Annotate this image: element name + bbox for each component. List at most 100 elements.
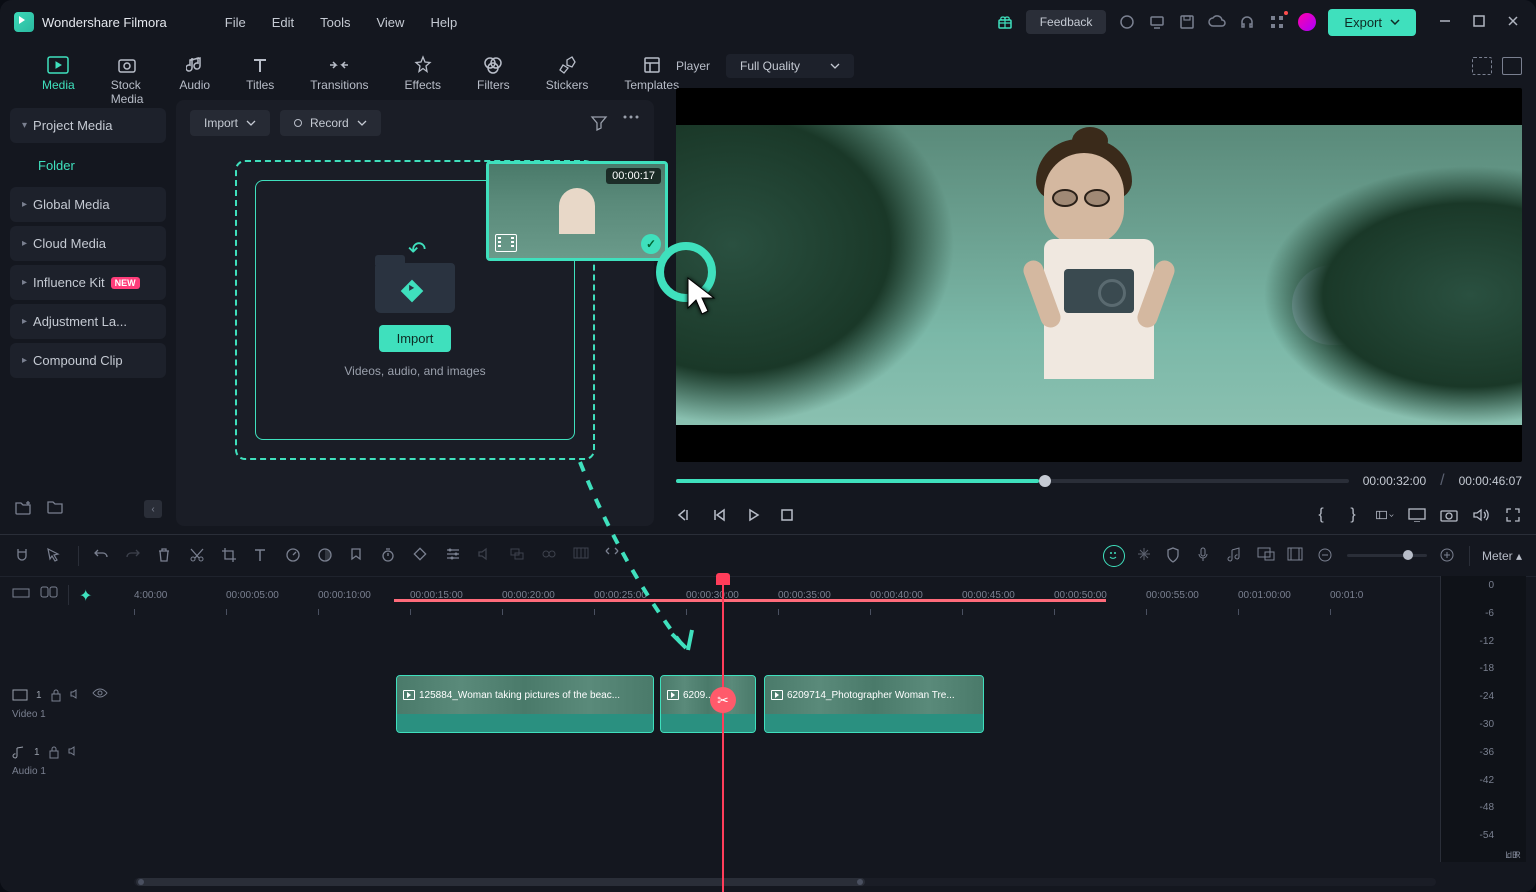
- shield-icon[interactable]: [1167, 547, 1185, 565]
- tab-stock-media[interactable]: Stock Media: [93, 52, 162, 100]
- zoom-out-icon[interactable]: [1317, 547, 1335, 565]
- volume-icon[interactable]: [1472, 506, 1490, 524]
- snapshot-icon[interactable]: [1440, 506, 1458, 524]
- auto-icon[interactable]: ✦: [79, 586, 97, 604]
- meter-label[interactable]: Meter ▴: [1482, 549, 1522, 563]
- mute-icon[interactable]: [70, 688, 84, 702]
- folder-icon[interactable]: [46, 500, 64, 518]
- tab-transitions[interactable]: Transitions: [292, 52, 386, 100]
- quality-dropdown[interactable]: Full Quality: [726, 54, 854, 78]
- bracket-right-icon[interactable]: }: [1344, 506, 1362, 524]
- mute-icon[interactable]: [68, 745, 82, 759]
- headphones-icon[interactable]: [1238, 13, 1256, 31]
- menu-file[interactable]: File: [225, 15, 246, 30]
- menu-tools[interactable]: Tools: [320, 15, 350, 30]
- mic-icon[interactable]: [1197, 547, 1215, 565]
- track-toggle-a-icon[interactable]: [12, 586, 30, 604]
- sidebar-item-compound-clip[interactable]: ▸Compound Clip: [10, 343, 166, 378]
- cut-icon[interactable]: [189, 547, 207, 565]
- export-button[interactable]: Export: [1328, 9, 1416, 36]
- sparkle-icon[interactable]: [1137, 547, 1155, 565]
- picture-view-icon[interactable]: [1502, 57, 1522, 75]
- tab-audio[interactable]: Audio: [161, 52, 228, 100]
- speed-icon[interactable]: [285, 547, 303, 565]
- visibility-icon[interactable]: [92, 688, 108, 702]
- save-icon[interactable]: [1178, 13, 1196, 31]
- lock-icon[interactable]: [50, 688, 62, 702]
- sidebar-item-influence-kit[interactable]: ▸Influence KitNEW: [10, 265, 166, 300]
- undo-icon[interactable]: [93, 547, 111, 565]
- apps-icon[interactable]: [1268, 13, 1286, 31]
- minimize-icon[interactable]: [1438, 14, 1454, 30]
- volume-tl-icon[interactable]: [477, 547, 495, 565]
- crop-icon[interactable]: [221, 547, 239, 565]
- marker-icon[interactable]: [349, 547, 367, 565]
- keyframe-icon[interactable]: [413, 547, 431, 565]
- circle-icon[interactable]: [1118, 13, 1136, 31]
- record-dropdown[interactable]: Record: [280, 110, 381, 136]
- maximize-icon[interactable]: [1472, 14, 1488, 30]
- timer-icon[interactable]: [381, 547, 399, 565]
- more-icon[interactable]: [622, 115, 640, 131]
- display-icon[interactable]: [1408, 506, 1426, 524]
- timeline-ruler[interactable]: 4:00:0000:00:05:0000:00:10:0000:00:15:00…: [134, 577, 1436, 613]
- playhead-line[interactable]: [722, 577, 724, 892]
- music-icon[interactable]: [1227, 547, 1245, 565]
- group-icon[interactable]: [509, 547, 527, 565]
- text-icon[interactable]: [253, 547, 271, 565]
- sidebar-item-adjustment-layer[interactable]: ▸Adjustment La...: [10, 304, 166, 339]
- adjust-icon[interactable]: [445, 547, 463, 565]
- track-link-icon[interactable]: [40, 586, 58, 604]
- render-icon[interactable]: [573, 547, 591, 565]
- zoom-in-icon[interactable]: [1439, 547, 1457, 565]
- screen-icon[interactable]: [1257, 547, 1275, 565]
- film-icon[interactable]: [1287, 547, 1305, 565]
- cloud-icon[interactable]: [1208, 13, 1226, 31]
- monitor-icon[interactable]: [1148, 13, 1166, 31]
- prev-frame-icon[interactable]: [676, 506, 694, 524]
- sidebar-item-folder[interactable]: Folder: [10, 147, 166, 183]
- fullscreen-icon[interactable]: [1504, 506, 1522, 524]
- menu-view[interactable]: View: [376, 15, 404, 30]
- gift-icon[interactable]: [996, 13, 1014, 31]
- redo-icon[interactable]: [125, 547, 143, 565]
- timeline-clip[interactable]: 6209... Pt...: [660, 675, 756, 733]
- close-icon[interactable]: [1506, 14, 1522, 30]
- import-button[interactable]: Import: [379, 325, 452, 352]
- tracking-icon[interactable]: [541, 547, 559, 565]
- smiley-icon[interactable]: [1103, 545, 1125, 567]
- timeline-clip[interactable]: 125884_Woman taking pictures of the beac…: [396, 675, 654, 733]
- magnet-icon[interactable]: [14, 547, 32, 565]
- step-back-icon[interactable]: [710, 506, 728, 524]
- sidebar-item-project-media[interactable]: ▾Project Media: [10, 108, 166, 143]
- scissors-icon[interactable]: ✂: [710, 687, 736, 713]
- tab-titles[interactable]: Titles: [228, 52, 292, 100]
- tab-stickers[interactable]: Stickers: [528, 52, 607, 100]
- layout-icon[interactable]: [1376, 506, 1394, 524]
- stop-icon[interactable]: [778, 506, 796, 524]
- color-icon[interactable]: [317, 547, 335, 565]
- dragged-thumbnail[interactable]: 00:00:17 ✓: [486, 161, 668, 261]
- tab-media[interactable]: Media: [24, 52, 93, 100]
- feedback-button[interactable]: Feedback: [1026, 10, 1107, 34]
- filter-icon[interactable]: [590, 115, 608, 131]
- menu-edit[interactable]: Edit: [272, 15, 294, 30]
- expand-icon[interactable]: [605, 547, 623, 565]
- tab-effects[interactable]: Effects: [387, 52, 459, 100]
- grid-view-icon[interactable]: [1472, 57, 1492, 75]
- sidebar-item-global-media[interactable]: ▸Global Media: [10, 187, 166, 222]
- play-icon[interactable]: [744, 506, 762, 524]
- lock-icon[interactable]: [48, 745, 60, 759]
- new-folder-icon[interactable]: [14, 500, 32, 518]
- timeline-scrollbar[interactable]: [134, 878, 1436, 886]
- delete-icon[interactable]: [157, 547, 175, 565]
- avatar-icon[interactable]: [1298, 13, 1316, 31]
- sidebar-item-cloud-media[interactable]: ▸Cloud Media: [10, 226, 166, 261]
- select-tool-icon[interactable]: [46, 547, 64, 565]
- timeline-clip[interactable]: 6209714_Photographer Woman Tre...: [764, 675, 984, 733]
- seek-bar[interactable]: [676, 479, 1349, 483]
- collapse-sidebar-icon[interactable]: ‹: [144, 500, 162, 518]
- import-dropdown[interactable]: Import: [190, 110, 270, 136]
- bracket-left-icon[interactable]: {: [1312, 506, 1330, 524]
- tab-filters[interactable]: Filters: [459, 52, 528, 100]
